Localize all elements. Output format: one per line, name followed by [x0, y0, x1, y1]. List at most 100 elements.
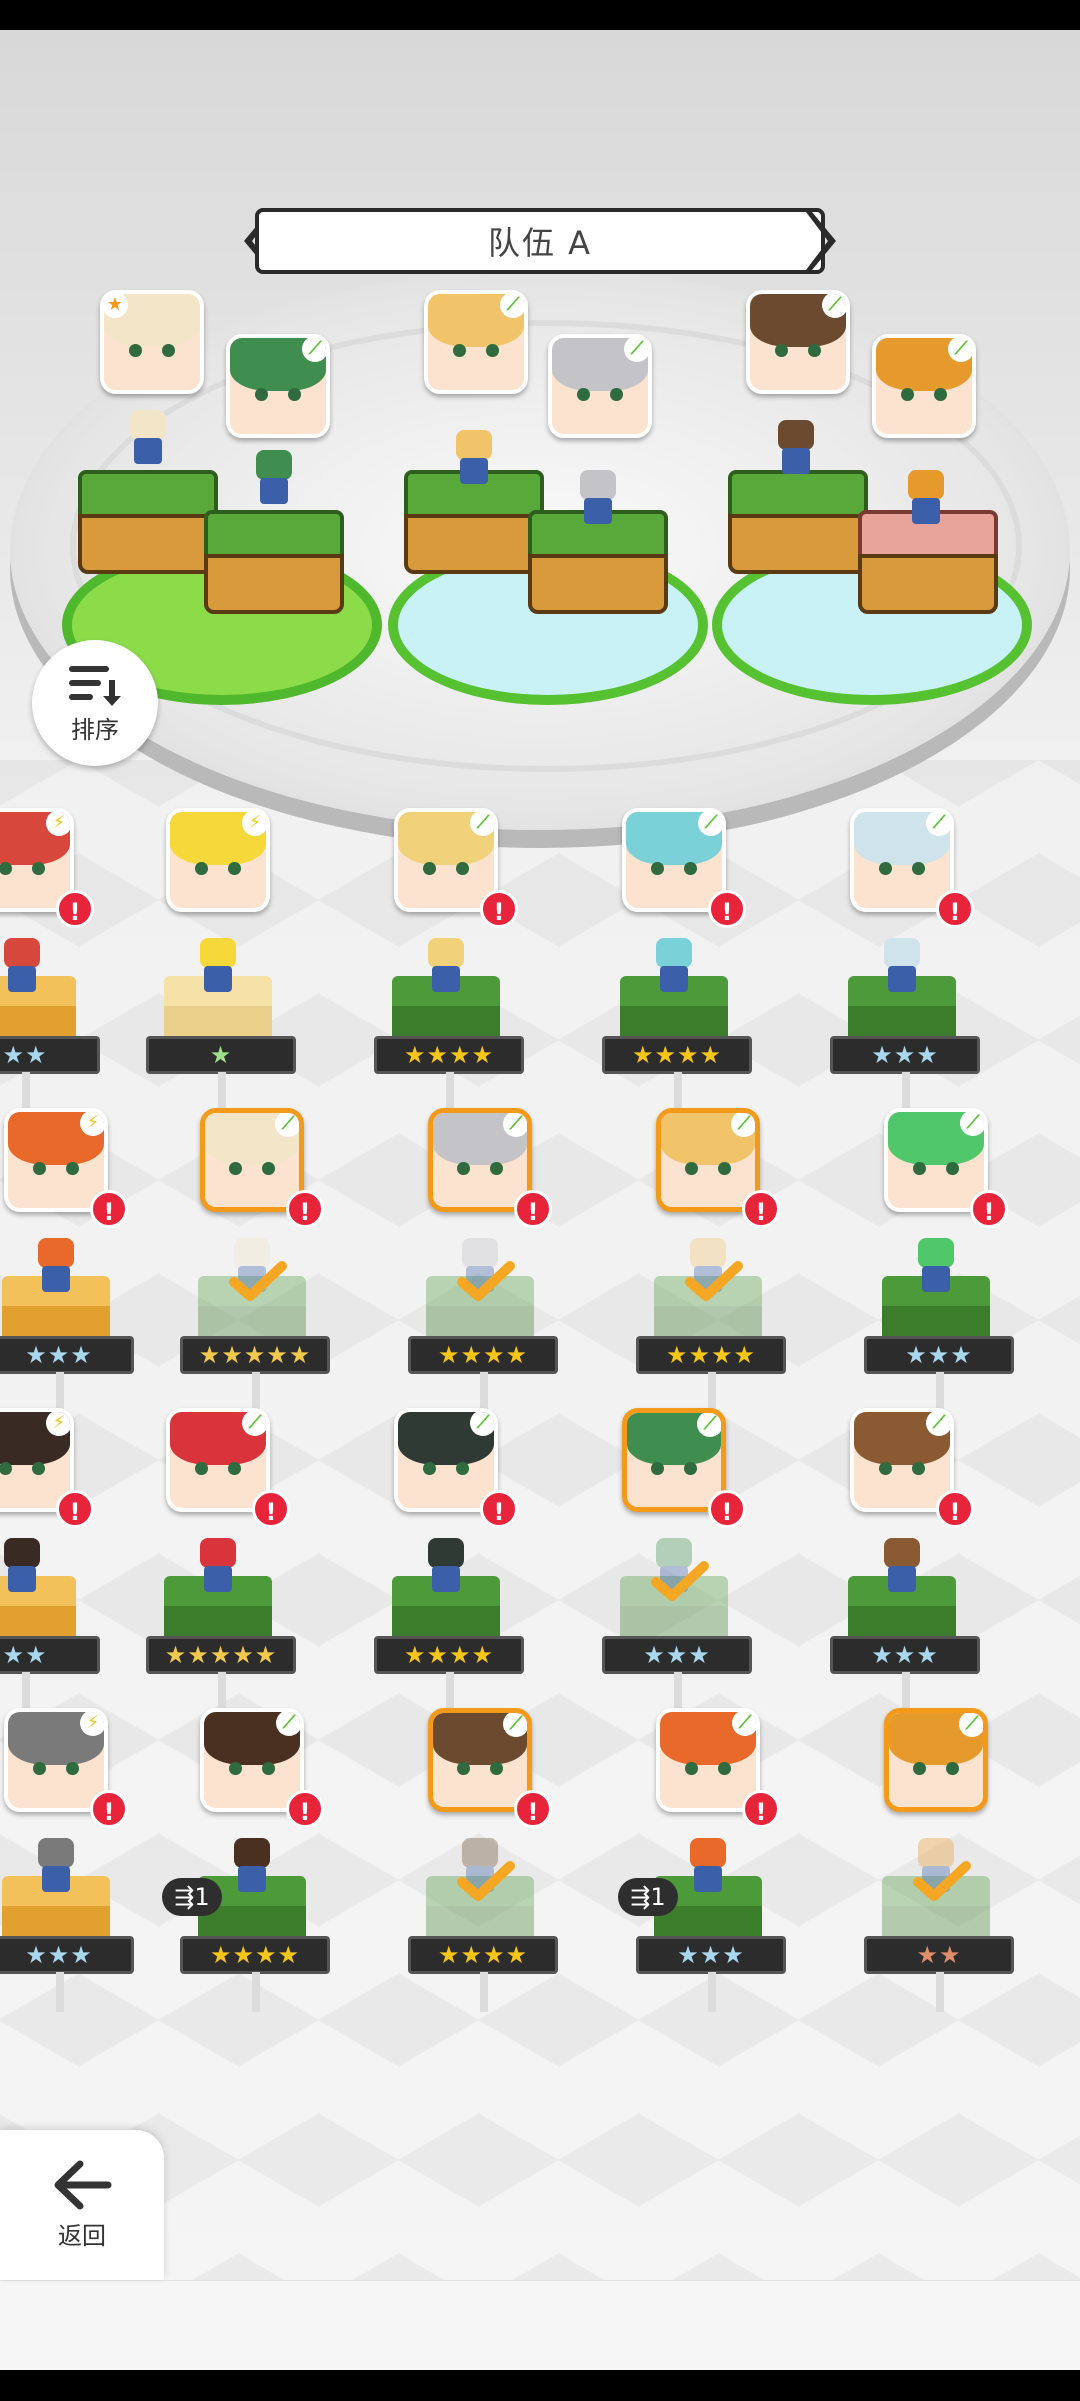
sprite-body — [42, 1266, 70, 1292]
grass-element-icon: ⟋ — [275, 1113, 299, 1137]
eyes — [229, 1161, 275, 1176]
roster-character-12[interactable]: ⟋! ★★★★★ — [146, 1408, 296, 1712]
character-sprite — [414, 1538, 478, 1594]
team-member-sprite-5 — [766, 420, 826, 476]
roster-character-5[interactable]: ⟋! ★★★ — [830, 808, 980, 1112]
star-rating: ★★★ — [871, 1641, 939, 1669]
team-member-6-portrait[interactable]: ⟋ — [872, 334, 976, 438]
sprite-head — [200, 1538, 236, 1568]
eyes — [912, 1161, 960, 1176]
grass-element-icon: ⟋ — [242, 1412, 266, 1436]
team-member-5-portrait[interactable]: ⟋ — [746, 290, 850, 394]
sprite-head — [200, 938, 236, 968]
roster-character-13[interactable]: ⟋! ★★★★ — [374, 1408, 524, 1712]
roster-character-8[interactable]: ⟋! ★★★★ — [408, 1108, 558, 1412]
roster-character-20[interactable]: ⟋ ★★ — [864, 1708, 1014, 2012]
alert-badge: ! — [514, 1790, 552, 1828]
sprite-body — [460, 458, 488, 484]
block-side — [204, 554, 344, 614]
roster-character-16[interactable]: ⚡! ★★★ — [0, 1708, 134, 2012]
pedestal-stem — [218, 1072, 226, 1112]
character-sprite — [186, 938, 250, 994]
roster-character-7[interactable]: ⟋! ★★★★★ — [180, 1108, 330, 1412]
roster-character-14[interactable]: ⟋! ★★★ — [602, 1408, 752, 1712]
character-portrait[interactable]: ⟋ — [394, 808, 498, 912]
roster-character-4[interactable]: ⟋! ★★★★ — [602, 808, 752, 1112]
character-portrait[interactable]: ⟋ — [850, 808, 954, 912]
character-sprite — [24, 1838, 88, 1894]
alert-badge: ! — [708, 890, 746, 928]
character-portrait[interactable]: ⟋ — [656, 1708, 760, 1812]
pedestal-stem — [936, 1972, 944, 2012]
grass-element-icon: ⟋ — [302, 338, 326, 362]
eyes — [0, 861, 46, 876]
roster-character-17[interactable]: ⟋! ⇶1 ★★★★ — [162, 1708, 330, 2012]
sprite-body — [782, 448, 810, 474]
sprite-body — [432, 966, 460, 992]
eyes — [0, 1461, 46, 1476]
character-portrait[interactable]: ⟋ — [622, 808, 726, 912]
grass-element-icon: ⟋ — [732, 1712, 756, 1736]
character-portrait[interactable]: ⟋ — [850, 1408, 954, 1512]
sort-button[interactable]: 排序 — [32, 640, 158, 766]
star-rating-bar: ★★★ — [830, 1036, 980, 1074]
alert-badge: ! — [286, 1790, 324, 1828]
roster-character-2[interactable]: ⚡ ★ — [146, 808, 296, 1112]
team-member-3-portrait[interactable]: ⟋ — [424, 290, 528, 394]
character-portrait[interactable]: ⟋ — [200, 1108, 304, 1212]
star-rating: ★★★ — [677, 1941, 745, 1969]
star-rating: ★★ — [916, 1941, 962, 1969]
character-portrait[interactable]: ⟋ — [884, 1708, 988, 1812]
roster-character-19[interactable]: ⟋! ⇶1 ★★★ — [618, 1708, 786, 2012]
roster-character-15[interactable]: ⟋! ★★★ — [830, 1408, 980, 1712]
roster-character-11[interactable]: ⚡! ★★ — [0, 1408, 100, 1712]
roster-character-6[interactable]: ⚡! ★★★ — [0, 1108, 134, 1412]
character-portrait[interactable]: ⚡ — [4, 1108, 108, 1212]
character-portrait[interactable]: ⟋ — [166, 1408, 270, 1512]
character-portrait[interactable]: ⟋ — [200, 1708, 304, 1812]
pedestal-stem — [56, 1972, 64, 2012]
roster-character-9[interactable]: ⟋! ★★★★ — [636, 1108, 786, 1412]
star-rating-bar: ★★★ — [0, 1336, 134, 1374]
character-portrait[interactable]: ⟋ — [884, 1108, 988, 1212]
team-member-sprite-3 — [444, 430, 504, 486]
alert-badge: ! — [252, 1490, 290, 1528]
roster-character-3[interactable]: ⟋! ★★★★ — [374, 808, 524, 1112]
eyes — [650, 861, 698, 876]
sprite-head — [4, 1538, 40, 1568]
character-sprite — [0, 1538, 54, 1594]
character-sprite — [414, 938, 478, 994]
character-portrait[interactable]: ⚡ — [166, 808, 270, 912]
block-side — [78, 514, 218, 574]
team-member-1-portrait[interactable]: ★ — [100, 290, 204, 394]
grass-element-icon: ⟋ — [500, 294, 524, 318]
character-portrait[interactable]: ⟋ — [428, 1108, 532, 1212]
roster-character-1[interactable]: ⚡! ★★ — [0, 808, 100, 1112]
team-member-2-portrait[interactable]: ⟋ — [226, 334, 330, 438]
character-portrait[interactable]: ⟋ — [428, 1708, 532, 1812]
star-rating-bar: ★★★★ — [602, 1036, 752, 1074]
roster-character-18[interactable]: ⟋! ★★★★ — [408, 1708, 558, 2012]
roster-character-10[interactable]: ⟋! ★★★ — [864, 1108, 1014, 1412]
sprite-body — [694, 1866, 722, 1892]
thunder-element-icon: ⚡ — [80, 1712, 104, 1736]
character-portrait[interactable]: ⟋ — [622, 1408, 726, 1512]
sprite-head — [456, 430, 492, 460]
sprite-body — [8, 1566, 36, 1592]
sprite-head — [778, 420, 814, 450]
character-portrait[interactable]: ⟋ — [394, 1408, 498, 1512]
alert-badge: ! — [936, 890, 974, 928]
character-portrait[interactable]: ⟋ — [656, 1108, 760, 1212]
team-member-4-portrait[interactable]: ⟋ — [548, 334, 652, 438]
star-rating: ★★★ — [25, 1341, 93, 1369]
sprite-body — [134, 438, 162, 464]
eyes — [422, 1461, 470, 1476]
sprite-body — [204, 1566, 232, 1592]
star-rating-bar: ★★★ — [0, 1936, 134, 1974]
character-portrait[interactable]: ⚡ — [4, 1708, 108, 1812]
back-button[interactable]: 返回 — [0, 2130, 164, 2280]
grass-element-icon: ⟋ — [470, 812, 494, 836]
star-rating-bar: ★★★★ — [374, 1036, 524, 1074]
chevron-right-icon[interactable] — [806, 208, 842, 274]
star-rating-bar: ★★ — [0, 1036, 100, 1074]
